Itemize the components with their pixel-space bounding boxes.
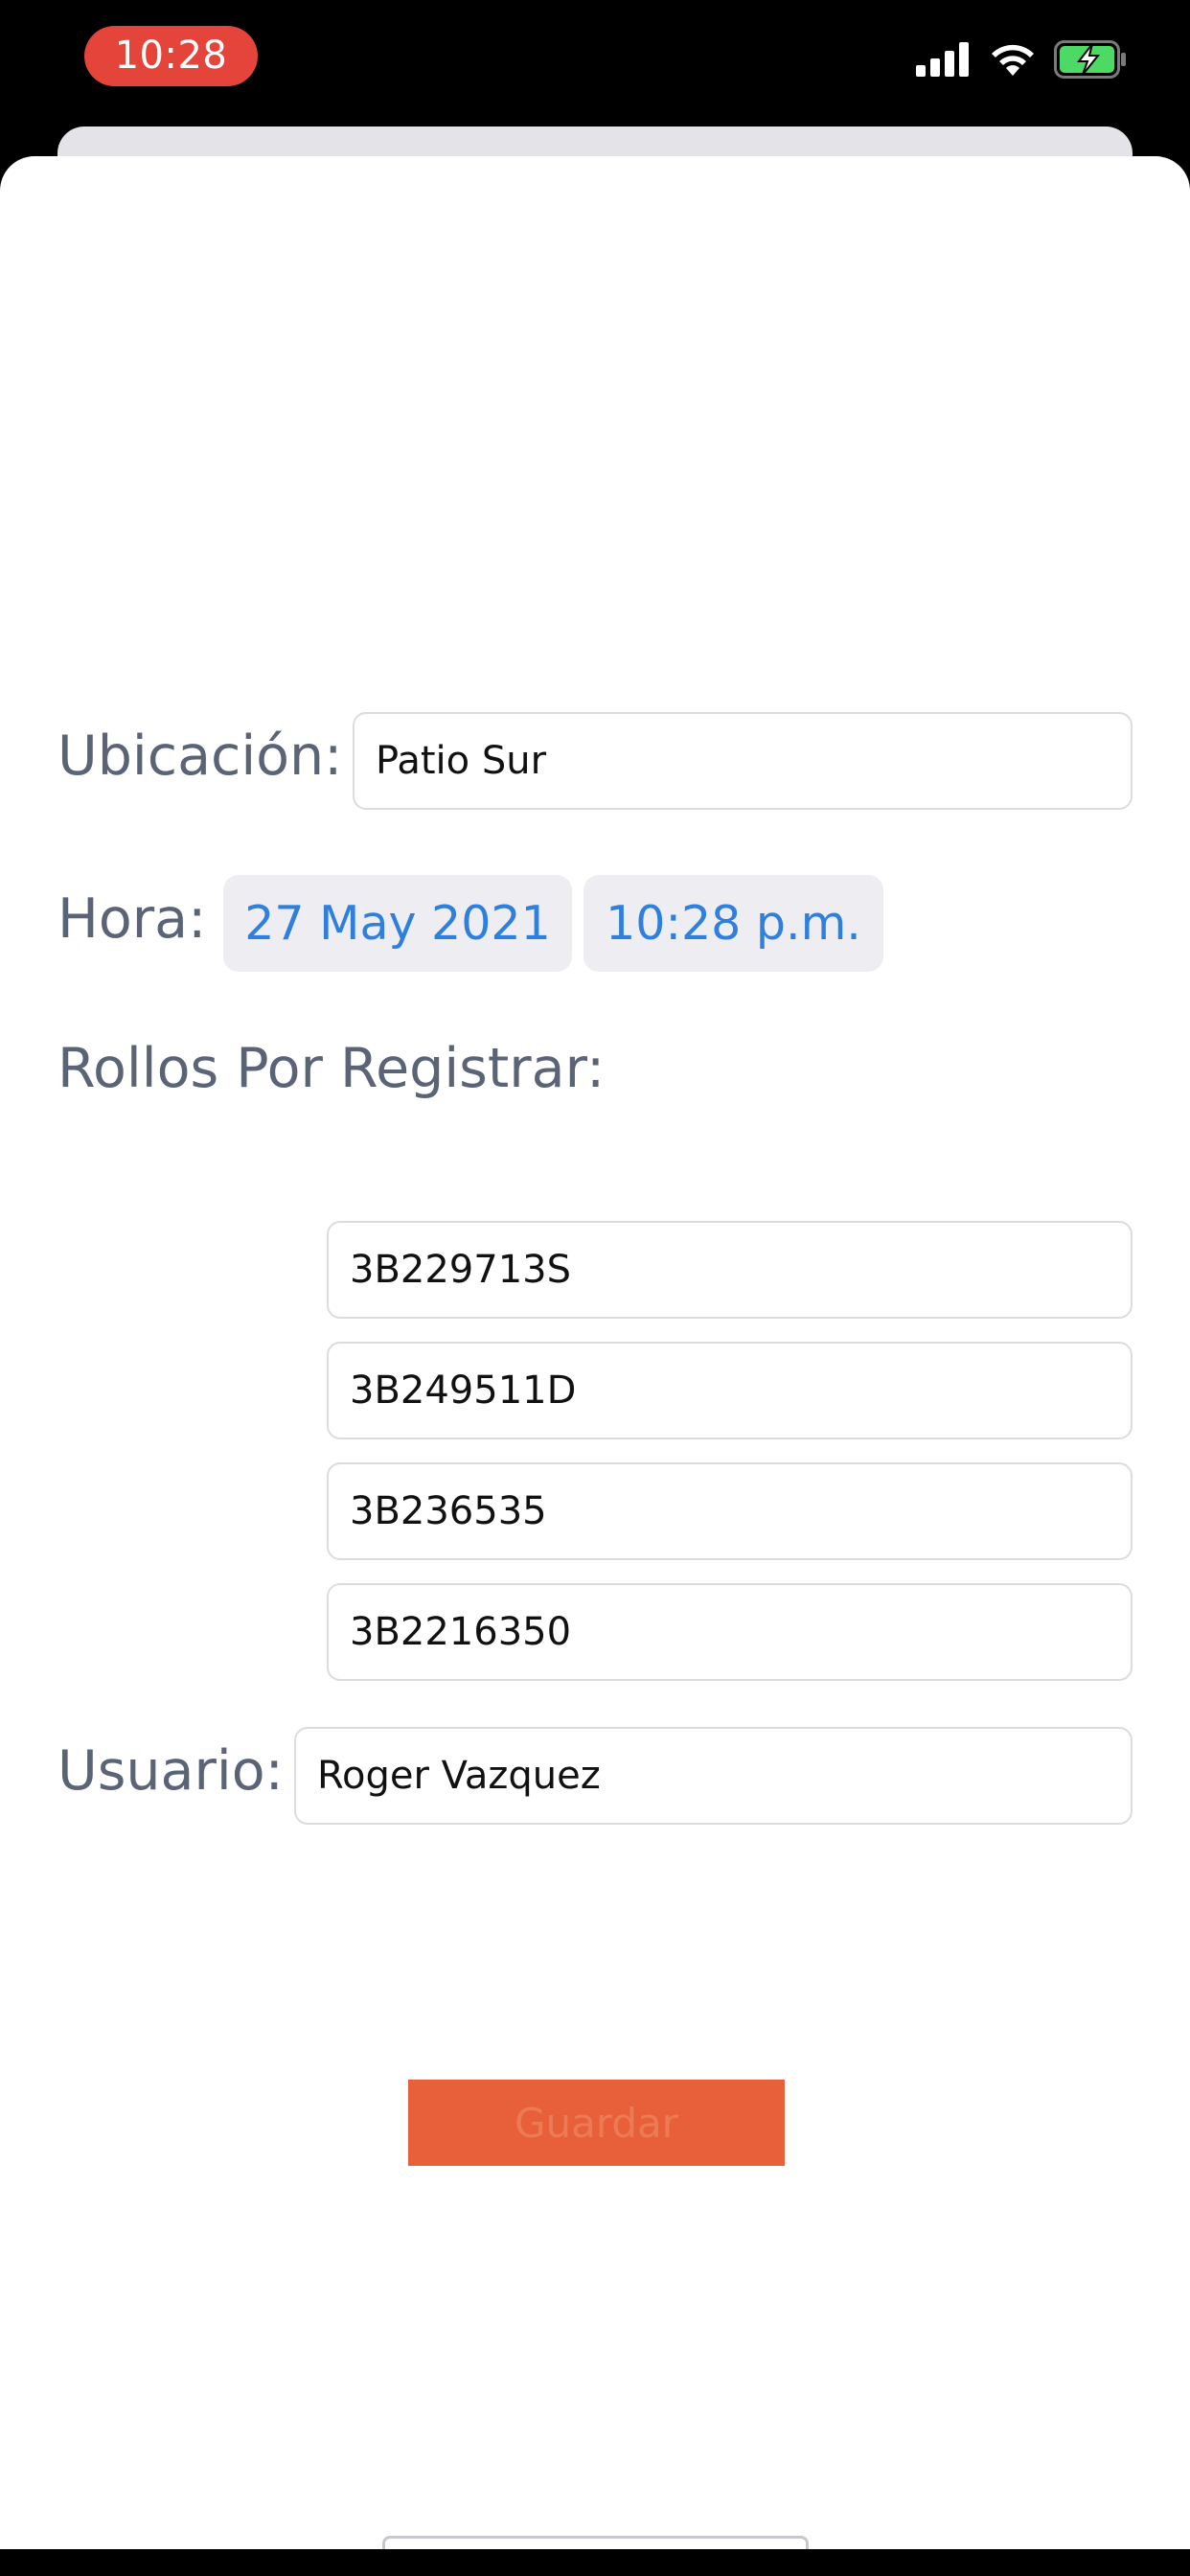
location-field[interactable] (353, 712, 1133, 810)
app-screen: 10:28 Ubicación: Patio Sur Hora: 27 May … (0, 0, 1190, 2576)
home-indicator[interactable] (382, 2536, 809, 2549)
roll-field[interactable] (327, 1583, 1133, 1681)
rolls-label: Rollos Por Registrar: (57, 1037, 606, 1100)
time-picker[interactable]: 10:28 p.m. (584, 875, 883, 972)
roll-input[interactable] (350, 1248, 1131, 1292)
roll-field[interactable] (327, 1342, 1133, 1439)
battery-charging-icon (1054, 39, 1129, 83)
user-label: Usuario: (57, 1739, 284, 1803)
wifi-icon (989, 41, 1037, 82)
save-button[interactable]: Guardar (408, 2080, 785, 2166)
roll-field[interactable] (327, 1221, 1133, 1319)
status-bar: 10:28 (0, 0, 1190, 125)
date-picker[interactable]: 27 May 2021 (223, 875, 572, 972)
roll-field[interactable] (327, 1462, 1133, 1560)
bottom-edge (0, 2549, 1190, 2576)
user-field[interactable] (294, 1727, 1133, 1825)
roll-input[interactable] (350, 1368, 1131, 1413)
location-input[interactable] (376, 739, 1131, 783)
time-label: Hora: (57, 887, 207, 951)
roll-input[interactable] (350, 1610, 1131, 1654)
status-time[interactable]: 10:28 (84, 26, 258, 86)
location-label: Ubicación: (57, 724, 343, 788)
cellular-signal-icon (916, 41, 972, 81)
status-icons (916, 39, 1129, 83)
user-input[interactable] (317, 1754, 1131, 1798)
roll-input[interactable] (350, 1489, 1131, 1533)
